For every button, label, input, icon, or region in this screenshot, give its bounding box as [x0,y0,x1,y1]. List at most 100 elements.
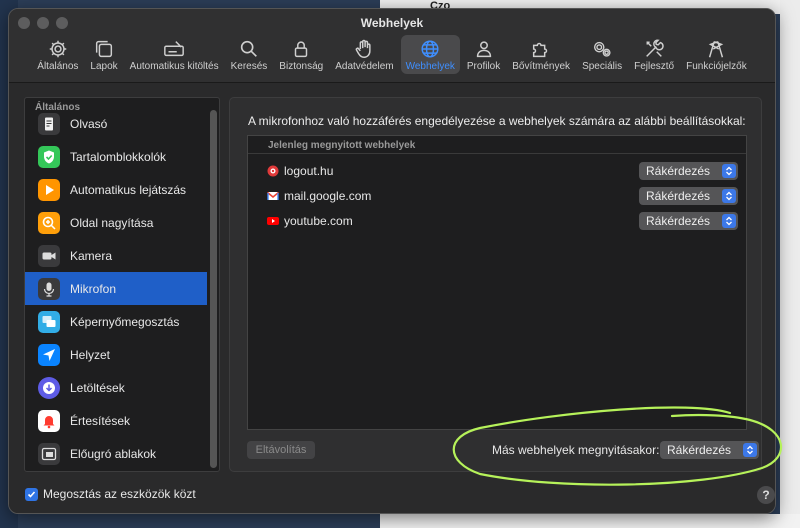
sidebar-item-label: Tartalomblokkolók [70,149,167,164]
tab-label: Biztonság [279,61,324,72]
sidebar-item-screen-sharing[interactable]: Képernyőmegosztás [25,305,207,338]
site-name: mail.google.com [284,189,372,203]
sidebar-item-autoplay[interactable]: Automatikus lejátszás [25,173,207,206]
logout-favicon-icon [267,165,279,177]
flags-icon [709,40,724,58]
tab-websites[interactable]: Webhelyek [400,35,460,74]
tab-autofill[interactable]: Automatikus kitöltés [125,35,224,74]
tab-extensions[interactable]: Bővítmények [507,35,575,74]
preferences-toolbar: Általános Lapok Automatikus kitöltés Ker… [9,35,775,74]
site-permission-select[interactable]: Rákérdezés [639,162,738,180]
camera-icon [38,244,60,267]
tab-label: Profilok [466,61,501,72]
tab-search[interactable]: Keresés [226,35,273,74]
table-row[interactable]: mail.google.com Rákérdezés [248,185,746,207]
tab-general[interactable]: Általános [32,35,83,74]
tab-label: Általános [37,61,79,72]
gear-icon [49,40,67,58]
preferences-content: Általános Olvasó Tartalomblokkolók Autom… [9,84,775,513]
site-permission-select[interactable]: Rákérdezés [639,187,738,205]
sidebar-item-label: Képernyőmegosztás [70,314,180,329]
other-websites-select[interactable]: Rákérdezés [660,441,759,459]
tabs-icon [95,40,113,58]
table-row[interactable]: logout.hu Rákérdezés [248,160,746,182]
preferences-window: Webhelyek Általános Lapok Automatikus ki… [8,8,776,514]
microphone-icon [38,277,60,300]
tab-label: Automatikus kitöltés [129,61,219,72]
autofill-icon [164,41,185,57]
share-label: Megosztás az eszközök közt [43,487,196,501]
sidebar-item-reader[interactable]: Olvasó [25,107,207,140]
open-websites-table: Jelenleg megnyitott webhelyek logout.hu … [247,135,747,430]
tab-feature-flags[interactable]: Funkciójelzők [681,35,752,74]
background-document-edge [780,0,800,528]
tab-security[interactable]: Biztonság [274,35,328,74]
sidebar-item-microphone[interactable]: Mikrofon [25,272,207,305]
help-button[interactable]: ? [757,486,775,504]
popup-window-icon [38,442,60,465]
download-icon [38,376,60,399]
tab-label: Fejlesztő [634,61,675,72]
permission-sidebar[interactable]: Általános Olvasó Tartalomblokkolók Autom… [24,97,220,472]
sidebar-item-label: Kamera [70,248,113,263]
sidebar-list: Olvasó Tartalomblokkolók Automatikus lej… [25,107,207,470]
site-name: youtube.com [284,214,353,228]
chevron-updown-icon [743,443,757,457]
table-header: Jelenleg megnyitott webhelyek [248,136,746,154]
youtube-icon [267,217,279,225]
hand-icon [356,39,372,58]
tab-advanced[interactable]: Speciális [577,35,627,74]
permission-description: A mikrofonhoz való hozzáférés engedélyez… [248,114,746,128]
other-websites-label: Más webhelyek megnyitásakor: [492,443,660,457]
tab-label: Bővítmények [512,61,571,72]
play-icon [38,178,60,201]
window-title: Webhelyek [360,16,424,30]
site-permission-select[interactable]: Rákérdezés [639,212,738,230]
sidebar-item-label: Mikrofon [70,281,117,296]
tab-tabs[interactable]: Lapok [85,35,122,74]
sidebar-item-location[interactable]: Helyzet [25,338,207,371]
location-icon [38,343,60,366]
select-value: Rákérdezés [646,214,711,228]
select-value: Rákérdezés [646,189,711,203]
select-value: Rákérdezés [646,164,711,178]
chevron-updown-icon [722,214,736,228]
remove-button[interactable]: Eltávolítás [247,441,315,459]
sidebar-item-notifications[interactable]: Értesítések [25,404,207,437]
select-value: Rákérdezés [667,443,732,457]
sidebar-item-label: Helyzet [70,347,111,362]
search-icon [240,40,257,57]
globe-icon [421,40,439,58]
tab-profiles[interactable]: Profilok [462,35,505,74]
shield-check-icon [38,145,60,168]
sidebar-item-label: Előugró ablakok [70,446,157,461]
gears-icon [594,41,611,57]
microphone-settings-panel: A mikrofonhoz való hozzáférés engedélyez… [229,97,762,472]
puzzle-icon [533,42,548,58]
sidebar-item-page-zoom[interactable]: Oldal nagyítása [25,206,207,239]
table-row[interactable]: youtube.com Rákérdezés [248,210,746,232]
share-checkbox[interactable] [25,487,38,501]
tab-developer[interactable]: Fejlesztő [629,35,679,74]
lock-icon [295,41,308,58]
sidebar-item-label: Értesítések [70,413,131,428]
tools-icon [646,39,664,57]
sidebar-item-label: Oldal nagyítása [70,215,154,230]
titlebar: Webhelyek Általános Lapok Automatikus ki… [9,9,775,83]
site-name: logout.hu [284,164,334,178]
sidebar-scrollbar[interactable] [210,110,217,468]
chevron-updown-icon [722,189,736,203]
sidebar-item-camera[interactable]: Kamera [25,239,207,272]
gmail-icon [267,191,279,200]
share-across-devices-option[interactable]: Megosztás az eszközök közt [25,487,196,501]
sidebar-item-label: Letöltések [70,380,125,395]
chevron-updown-icon [722,164,736,178]
bell-icon [38,409,60,432]
tab-label: Speciális [582,61,623,72]
sidebar-item-popup-windows[interactable]: Előugró ablakok [25,437,207,470]
sidebar-item-content-blockers[interactable]: Tartalomblokkolók [25,140,207,173]
tab-privacy[interactable]: Adatvédelem [330,35,398,74]
sidebar-item-downloads[interactable]: Letöltések [25,371,207,404]
background-document-bottom [380,514,800,528]
tab-label: Adatvédelem [335,61,394,72]
